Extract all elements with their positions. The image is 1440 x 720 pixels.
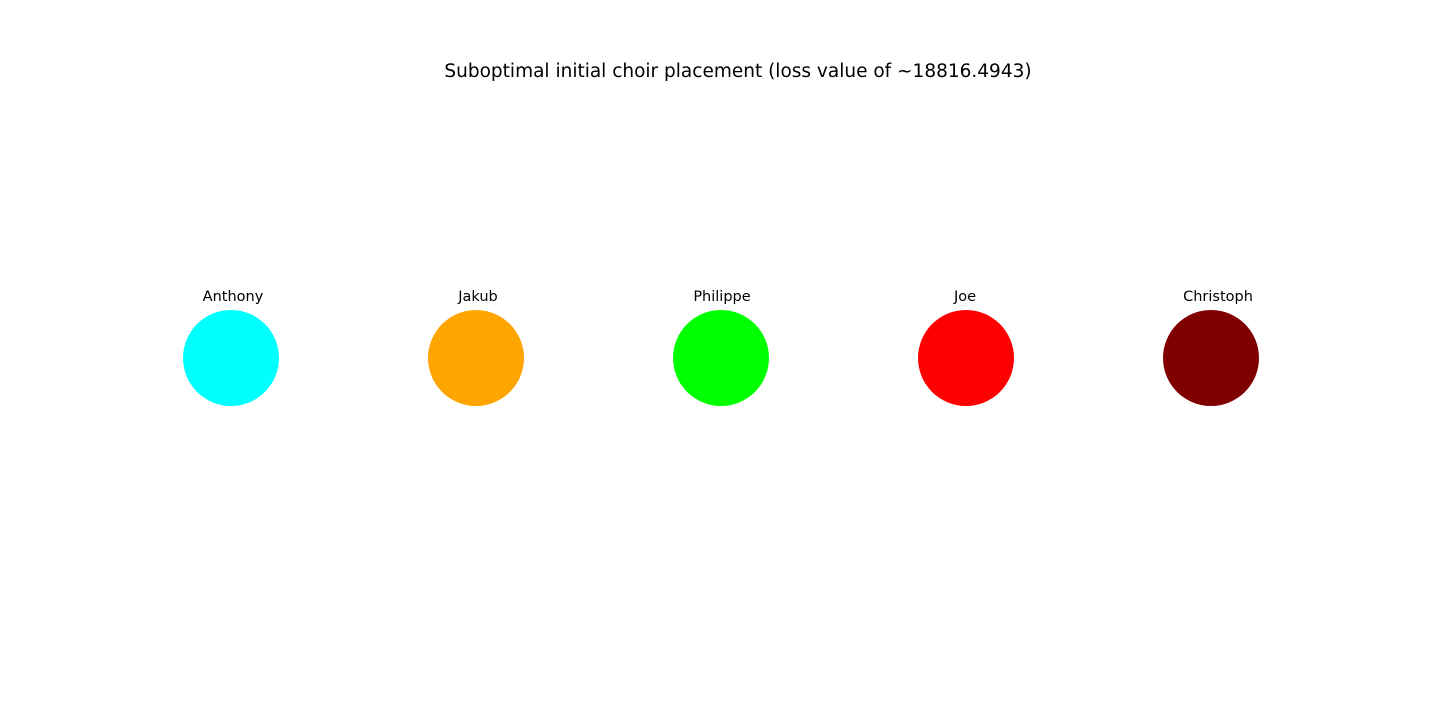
singer-label-philippe: Philippe [693, 289, 750, 305]
singer-label-joe: Joe [953, 289, 976, 305]
singer-marker-philippe [673, 310, 769, 406]
singer-marker-jakub [428, 310, 524, 406]
choir-placement-figure: Suboptimal initial choir placement (loss… [0, 0, 1440, 720]
singer-marker-joe [918, 310, 1014, 406]
singer-marker-anthony [183, 310, 279, 406]
singer-marker-christoph [1163, 310, 1259, 406]
singer-label-jakub: Jakub [457, 289, 498, 305]
singer-label-christoph: Christoph [1183, 289, 1253, 305]
plot-area: Anthony Jakub Philippe Joe Christoph [183, 289, 1259, 406]
singer-label-anthony: Anthony [203, 289, 264, 305]
